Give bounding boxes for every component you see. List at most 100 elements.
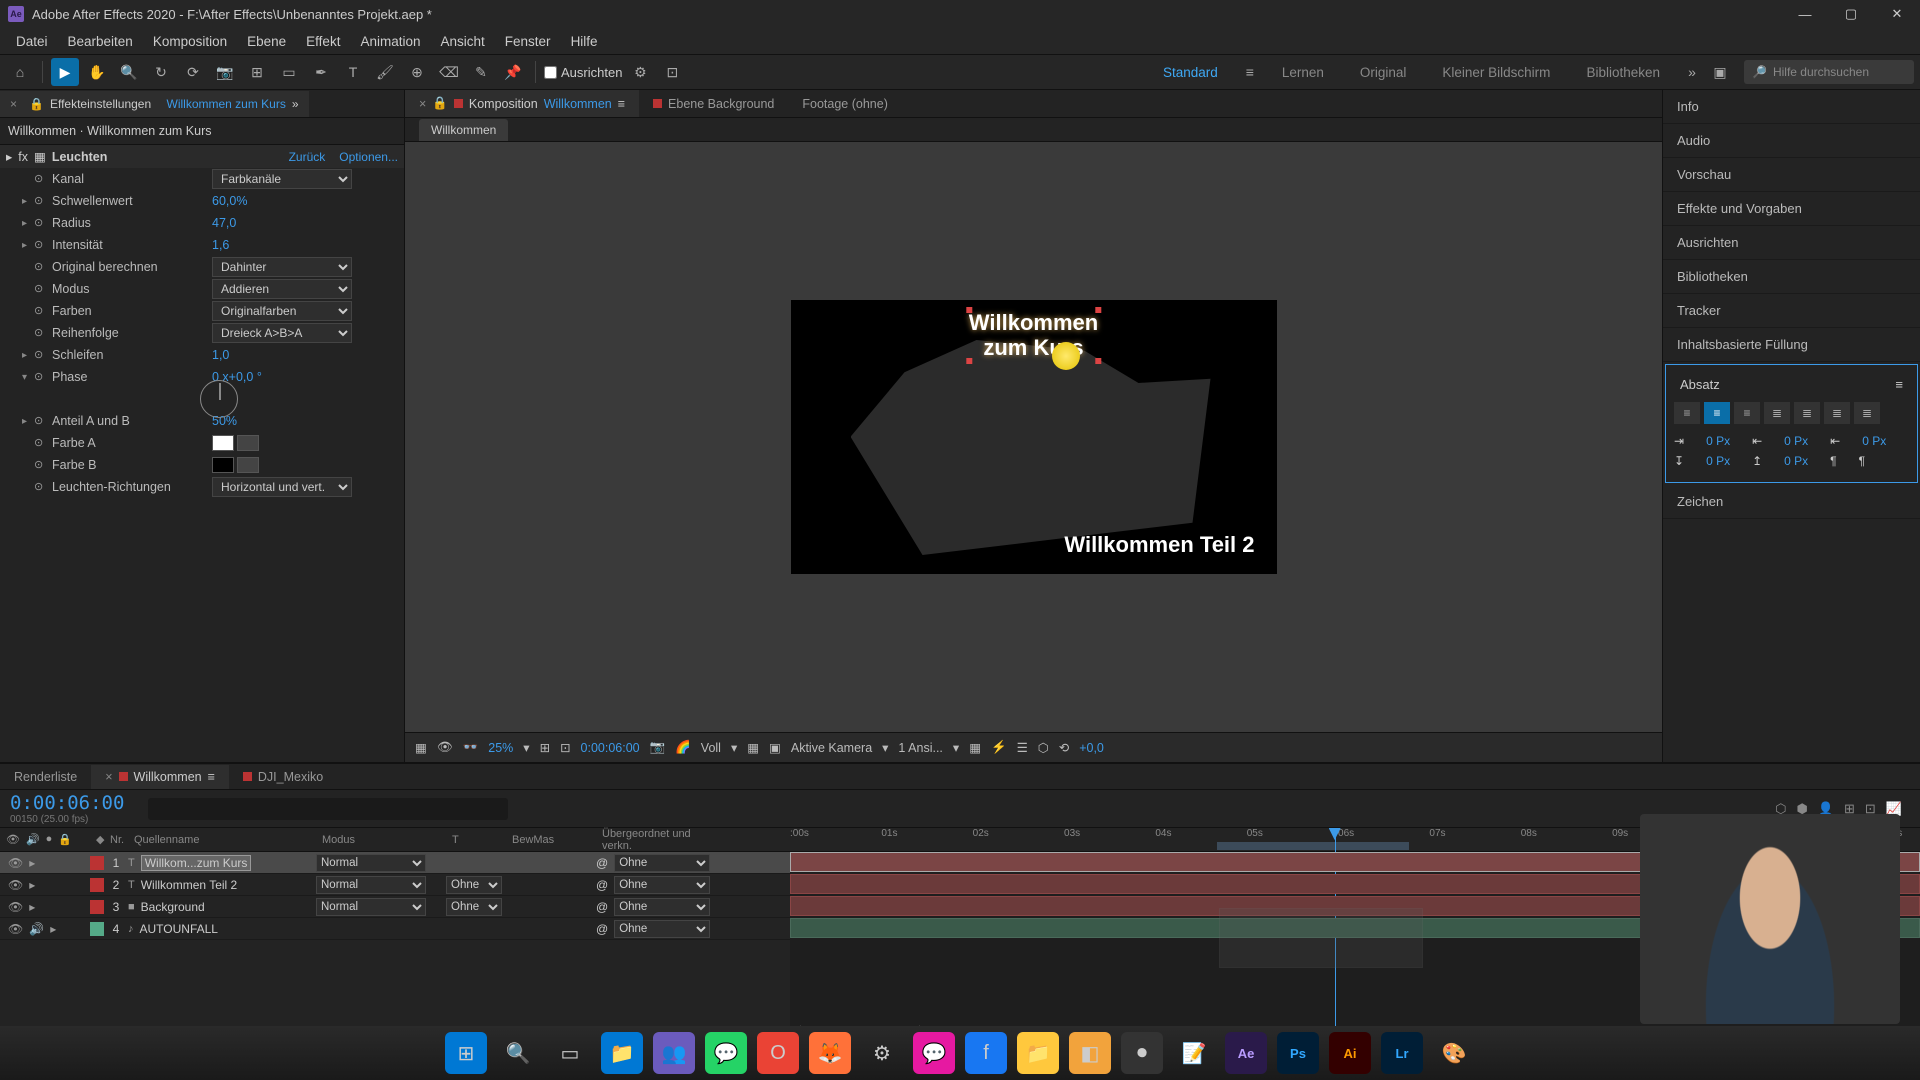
- pen-tool-icon[interactable]: ✒: [307, 58, 335, 86]
- schleifen-value[interactable]: 1,0: [212, 348, 229, 362]
- farben-dropdown[interactable]: Originalfarben: [212, 301, 352, 321]
- eye-icon[interactable]: 👁: [8, 922, 23, 936]
- space-after-value[interactable]: 0 Px: [1784, 454, 1808, 468]
- tab-renderliste[interactable]: Renderliste: [0, 765, 91, 789]
- fx-mask-icon[interactable]: ▦: [34, 149, 46, 164]
- radius-value[interactable]: 47,0: [212, 216, 236, 230]
- pan-behind-icon[interactable]: ⊞: [243, 58, 271, 86]
- obs-icon[interactable]: ⏺: [1121, 1032, 1163, 1074]
- time-display[interactable]: 0:00:06:00: [581, 741, 640, 755]
- selection-handle[interactable]: [966, 358, 972, 364]
- maximize-button[interactable]: ▢: [1828, 0, 1874, 28]
- search-icon[interactable]: 🔍: [497, 1032, 539, 1074]
- label-color[interactable]: [90, 900, 104, 914]
- tab-dji[interactable]: DJI_Mexiko: [229, 765, 337, 789]
- menu-fenster[interactable]: Fenster: [495, 30, 561, 53]
- text-layer-2[interactable]: Willkommen Teil 2: [1064, 532, 1254, 558]
- channel-icon[interactable]: 👁: [437, 740, 453, 755]
- timeline-search[interactable]: [148, 798, 508, 820]
- panel-zeichen[interactable]: Zeichen: [1663, 485, 1920, 519]
- trackmat-dropdown[interactable]: Ohne: [446, 898, 502, 916]
- puppet-tool-icon[interactable]: 📌: [499, 58, 527, 86]
- panel-bibliotheken[interactable]: Bibliotheken: [1663, 260, 1920, 294]
- parent-dropdown[interactable]: Ohne: [614, 920, 710, 938]
- illustrator-icon[interactable]: Ai: [1329, 1032, 1371, 1074]
- workspace-kleiner[interactable]: Kleiner Bildschirm: [1424, 57, 1568, 88]
- cam-dropdown-icon[interactable]: ▾: [882, 740, 888, 755]
- effect-options-link[interactable]: Optionen...: [339, 150, 398, 164]
- reihenfolge-dropdown[interactable]: Dreieck A>B>A: [212, 323, 352, 343]
- blend-mode-dropdown[interactable]: Normal: [316, 854, 426, 872]
- opera-icon[interactable]: O: [757, 1032, 799, 1074]
- eraser-tool-icon[interactable]: ⌫: [435, 58, 463, 86]
- effect-controls-tab[interactable]: × 🔒 Effekteinstellungen Willkommen zum K…: [0, 91, 309, 117]
- panel-menu-icon[interactable]: ≡: [1895, 377, 1903, 392]
- taskview-icon[interactable]: ▭: [549, 1032, 591, 1074]
- effect-reset-link[interactable]: Zurück: [289, 150, 326, 164]
- brush-tool-icon[interactable]: 🖌: [371, 58, 399, 86]
- camera-view[interactable]: Aktive Kamera: [791, 741, 872, 755]
- blend-mode-dropdown[interactable]: Normal: [316, 876, 426, 894]
- color-mgmt-icon[interactable]: 🌈: [675, 740, 691, 755]
- refresh-icon[interactable]: ⟲: [1059, 740, 1069, 755]
- panel-tracker[interactable]: Tracker: [1663, 294, 1920, 328]
- menu-animation[interactable]: Animation: [350, 30, 430, 53]
- shape-tool-icon[interactable]: ▭: [275, 58, 303, 86]
- tab-layer-link[interactable]: Willkommen zum Kurs: [167, 97, 286, 111]
- snapshot-icon[interactable]: 📷: [650, 740, 666, 755]
- workspace-lernen[interactable]: Lernen: [1264, 57, 1342, 88]
- res-dropdown-icon[interactable]: ▾: [731, 740, 737, 755]
- farbeb-picker-icon[interactable]: [237, 457, 259, 473]
- menu-effekt[interactable]: Effekt: [296, 30, 350, 53]
- orbit-tool-icon[interactable]: ↻: [147, 58, 175, 86]
- help-search[interactable]: 🔎 Hilfe durchsuchen: [1744, 60, 1914, 84]
- resolution-icon[interactable]: ⊞: [540, 740, 550, 755]
- panel-lock-icon[interactable]: 🔒: [29, 97, 44, 111]
- pixel-aspect-icon[interactable]: ▦: [969, 740, 981, 755]
- twirl-icon[interactable]: ▸: [29, 900, 35, 914]
- panel-menu-icon[interactable]: »: [292, 97, 299, 111]
- direction-rtl-icon[interactable]: ¶: [1859, 454, 1865, 468]
- close-tab-icon[interactable]: ×: [10, 97, 17, 111]
- workspace-overflow-icon[interactable]: »: [1678, 58, 1706, 86]
- snap-checkbox[interactable]: [544, 66, 557, 79]
- layer-row[interactable]: 👁▸ 1 TWillkom...zum Kurs Normal @Ohne: [0, 852, 790, 874]
- flowchart-icon[interactable]: ⬡: [1038, 740, 1049, 755]
- indent-left-value[interactable]: 0 Px: [1706, 434, 1730, 448]
- panel-inhaltsbasiert[interactable]: Inhaltsbasierte Füllung: [1663, 328, 1920, 362]
- current-timecode[interactable]: 0:00:06:00: [10, 792, 124, 814]
- direction-ltr-icon[interactable]: ¶: [1830, 454, 1836, 468]
- minimize-button[interactable]: —: [1782, 0, 1828, 28]
- zoom-dropdown-icon[interactable]: ▾: [523, 740, 529, 755]
- layer-row[interactable]: 👁🔊▸ 4 ♪AUTOUNFALL @Ohne: [0, 918, 790, 940]
- phase-dial[interactable]: [200, 380, 238, 418]
- snap-opt-icon[interactable]: ⚙: [626, 58, 654, 86]
- teams-icon[interactable]: 👥: [653, 1032, 695, 1074]
- app3-icon[interactable]: 🎨: [1433, 1032, 1475, 1074]
- comp-subtab[interactable]: Willkommen: [419, 119, 508, 141]
- menu-bearbeiten[interactable]: Bearbeiten: [58, 30, 143, 53]
- panel-effekte[interactable]: Effekte und Vorgaben: [1663, 192, 1920, 226]
- layer-row[interactable]: 👁▸ 2 TWillkommen Teil 2 Normal Ohne @Ohn…: [0, 874, 790, 896]
- indent-first-value[interactable]: 0 Px: [1784, 434, 1808, 448]
- align-left-icon[interactable]: ≡: [1674, 402, 1700, 424]
- panel-vorschau[interactable]: Vorschau: [1663, 158, 1920, 192]
- space-before-value[interactable]: 0 Px: [1706, 454, 1730, 468]
- explorer-icon[interactable]: 📁: [601, 1032, 643, 1074]
- views-dropdown-icon[interactable]: ▾: [953, 740, 959, 755]
- workspace-bibliotheken[interactable]: Bibliotheken: [1568, 57, 1678, 88]
- selection-handle[interactable]: [1095, 358, 1101, 364]
- type-tool-icon[interactable]: T: [339, 58, 367, 86]
- work-area-bar[interactable]: [1217, 842, 1409, 850]
- eye-icon[interactable]: 👁: [8, 856, 23, 870]
- pickwhip-icon[interactable]: @: [596, 922, 608, 936]
- parent-dropdown[interactable]: Ohne: [614, 876, 710, 894]
- app2-icon[interactable]: ◧: [1069, 1032, 1111, 1074]
- lightroom-icon[interactable]: Lr: [1381, 1032, 1423, 1074]
- pickwhip-icon[interactable]: @: [596, 878, 608, 892]
- panel-info[interactable]: Info: [1663, 90, 1920, 124]
- roto-tool-icon[interactable]: ✎: [467, 58, 495, 86]
- mask-view-icon[interactable]: 👓: [463, 740, 479, 755]
- align-right-icon[interactable]: ≡: [1734, 402, 1760, 424]
- panel-ausrichten[interactable]: Ausrichten: [1663, 226, 1920, 260]
